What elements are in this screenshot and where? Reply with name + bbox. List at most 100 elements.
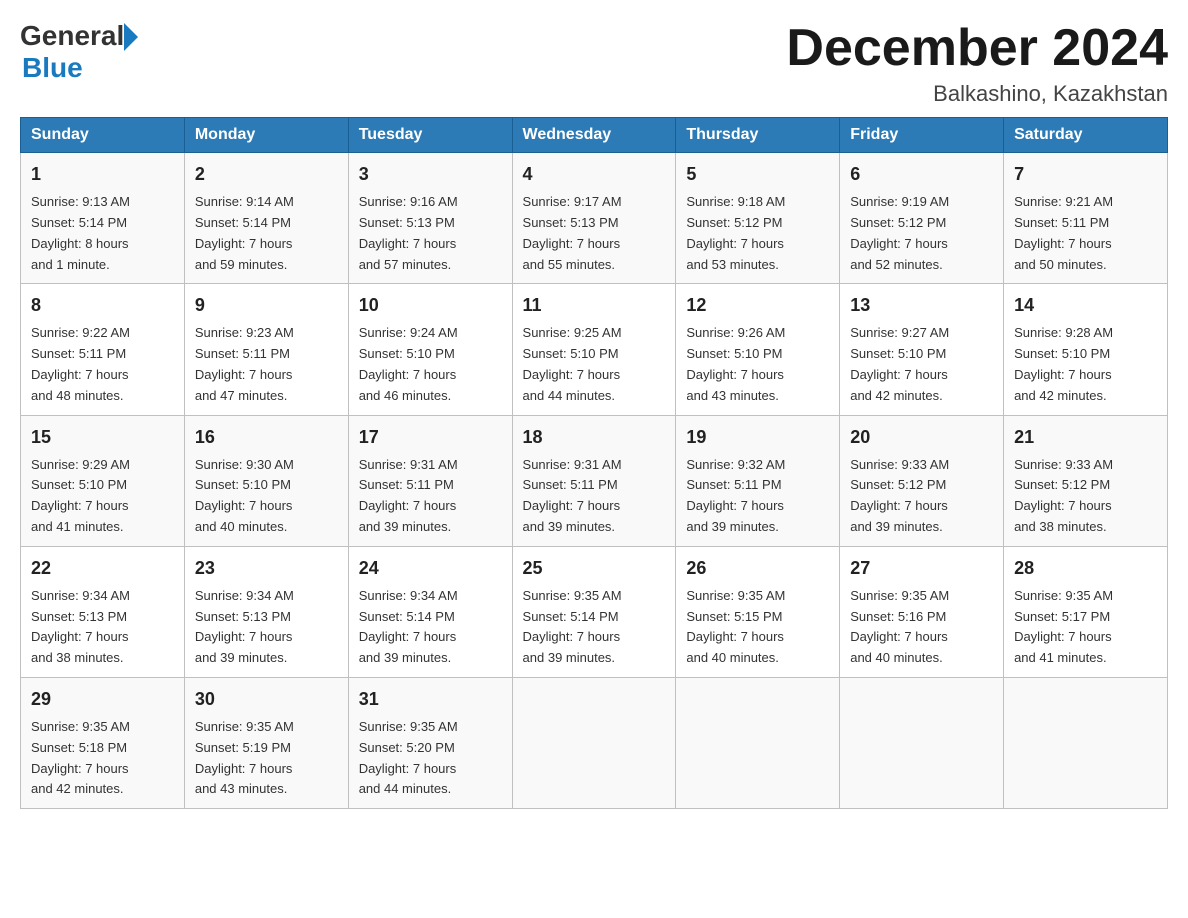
- day-number: 4: [523, 161, 666, 188]
- calendar-cell: [840, 677, 1004, 808]
- calendar-cell: 6 Sunrise: 9:19 AMSunset: 5:12 PMDayligh…: [840, 153, 1004, 284]
- day-info: Sunrise: 9:33 AMSunset: 5:12 PMDaylight:…: [850, 457, 949, 534]
- day-info: Sunrise: 9:32 AMSunset: 5:11 PMDaylight:…: [686, 457, 785, 534]
- header-friday: Friday: [840, 118, 1004, 153]
- calendar-cell: 23 Sunrise: 9:34 AMSunset: 5:13 PMDaylig…: [184, 546, 348, 677]
- day-info: Sunrise: 9:35 AMSunset: 5:18 PMDaylight:…: [31, 719, 130, 796]
- calendar-cell: 16 Sunrise: 9:30 AMSunset: 5:10 PMDaylig…: [184, 415, 348, 546]
- week-row-4: 22 Sunrise: 9:34 AMSunset: 5:13 PMDaylig…: [21, 546, 1168, 677]
- logo-arrow-icon: [124, 23, 138, 51]
- logo: General Blue: [20, 20, 138, 84]
- calendar-cell: 1 Sunrise: 9:13 AMSunset: 5:14 PMDayligh…: [21, 153, 185, 284]
- day-info: Sunrise: 9:35 AMSunset: 5:16 PMDaylight:…: [850, 588, 949, 665]
- day-info: Sunrise: 9:35 AMSunset: 5:17 PMDaylight:…: [1014, 588, 1113, 665]
- calendar-cell: 25 Sunrise: 9:35 AMSunset: 5:14 PMDaylig…: [512, 546, 676, 677]
- day-info: Sunrise: 9:27 AMSunset: 5:10 PMDaylight:…: [850, 325, 949, 402]
- logo-blue-text: Blue: [22, 52, 83, 84]
- calendar-cell: 24 Sunrise: 9:34 AMSunset: 5:14 PMDaylig…: [348, 546, 512, 677]
- day-info: Sunrise: 9:34 AMSunset: 5:14 PMDaylight:…: [359, 588, 458, 665]
- day-number: 18: [523, 424, 666, 451]
- day-number: 8: [31, 292, 174, 319]
- day-number: 9: [195, 292, 338, 319]
- day-info: Sunrise: 9:29 AMSunset: 5:10 PMDaylight:…: [31, 457, 130, 534]
- day-number: 27: [850, 555, 993, 582]
- header-thursday: Thursday: [676, 118, 840, 153]
- calendar-cell: 9 Sunrise: 9:23 AMSunset: 5:11 PMDayligh…: [184, 284, 348, 415]
- calendar-cell: 20 Sunrise: 9:33 AMSunset: 5:12 PMDaylig…: [840, 415, 1004, 546]
- page-header: General Blue December 2024 Balkashino, K…: [20, 20, 1168, 107]
- day-number: 5: [686, 161, 829, 188]
- calendar-cell: 27 Sunrise: 9:35 AMSunset: 5:16 PMDaylig…: [840, 546, 1004, 677]
- day-info: Sunrise: 9:30 AMSunset: 5:10 PMDaylight:…: [195, 457, 294, 534]
- day-number: 24: [359, 555, 502, 582]
- day-number: 23: [195, 555, 338, 582]
- day-info: Sunrise: 9:34 AMSunset: 5:13 PMDaylight:…: [31, 588, 130, 665]
- calendar-cell: [512, 677, 676, 808]
- day-number: 14: [1014, 292, 1157, 319]
- calendar-cell: 10 Sunrise: 9:24 AMSunset: 5:10 PMDaylig…: [348, 284, 512, 415]
- calendar-header: SundayMondayTuesdayWednesdayThursdayFrid…: [21, 118, 1168, 153]
- calendar-cell: 19 Sunrise: 9:32 AMSunset: 5:11 PMDaylig…: [676, 415, 840, 546]
- calendar-cell: 31 Sunrise: 9:35 AMSunset: 5:20 PMDaylig…: [348, 677, 512, 808]
- calendar-cell: 4 Sunrise: 9:17 AMSunset: 5:13 PMDayligh…: [512, 153, 676, 284]
- day-info: Sunrise: 9:25 AMSunset: 5:10 PMDaylight:…: [523, 325, 622, 402]
- day-info: Sunrise: 9:34 AMSunset: 5:13 PMDaylight:…: [195, 588, 294, 665]
- calendar-cell: 2 Sunrise: 9:14 AMSunset: 5:14 PMDayligh…: [184, 153, 348, 284]
- day-number: 17: [359, 424, 502, 451]
- calendar-cell: 5 Sunrise: 9:18 AMSunset: 5:12 PMDayligh…: [676, 153, 840, 284]
- day-number: 20: [850, 424, 993, 451]
- header-monday: Monday: [184, 118, 348, 153]
- day-number: 30: [195, 686, 338, 713]
- day-number: 13: [850, 292, 993, 319]
- day-number: 12: [686, 292, 829, 319]
- day-info: Sunrise: 9:31 AMSunset: 5:11 PMDaylight:…: [359, 457, 458, 534]
- day-number: 6: [850, 161, 993, 188]
- calendar-cell: 22 Sunrise: 9:34 AMSunset: 5:13 PMDaylig…: [21, 546, 185, 677]
- day-info: Sunrise: 9:22 AMSunset: 5:11 PMDaylight:…: [31, 325, 130, 402]
- header-row: SundayMondayTuesdayWednesdayThursdayFrid…: [21, 118, 1168, 153]
- day-number: 29: [31, 686, 174, 713]
- week-row-1: 1 Sunrise: 9:13 AMSunset: 5:14 PMDayligh…: [21, 153, 1168, 284]
- calendar-cell: 11 Sunrise: 9:25 AMSunset: 5:10 PMDaylig…: [512, 284, 676, 415]
- day-info: Sunrise: 9:19 AMSunset: 5:12 PMDaylight:…: [850, 194, 949, 271]
- calendar-cell: 7 Sunrise: 9:21 AMSunset: 5:11 PMDayligh…: [1004, 153, 1168, 284]
- day-number: 31: [359, 686, 502, 713]
- calendar-cell: 29 Sunrise: 9:35 AMSunset: 5:18 PMDaylig…: [21, 677, 185, 808]
- day-number: 28: [1014, 555, 1157, 582]
- month-title: December 2024: [786, 20, 1168, 77]
- week-row-2: 8 Sunrise: 9:22 AMSunset: 5:11 PMDayligh…: [21, 284, 1168, 415]
- location-title: Balkashino, Kazakhstan: [786, 81, 1168, 107]
- day-info: Sunrise: 9:33 AMSunset: 5:12 PMDaylight:…: [1014, 457, 1113, 534]
- day-info: Sunrise: 9:13 AMSunset: 5:14 PMDaylight:…: [31, 194, 130, 271]
- calendar-cell: 3 Sunrise: 9:16 AMSunset: 5:13 PMDayligh…: [348, 153, 512, 284]
- week-row-5: 29 Sunrise: 9:35 AMSunset: 5:18 PMDaylig…: [21, 677, 1168, 808]
- day-number: 15: [31, 424, 174, 451]
- day-info: Sunrise: 9:14 AMSunset: 5:14 PMDaylight:…: [195, 194, 294, 271]
- calendar-cell: 21 Sunrise: 9:33 AMSunset: 5:12 PMDaylig…: [1004, 415, 1168, 546]
- day-info: Sunrise: 9:21 AMSunset: 5:11 PMDaylight:…: [1014, 194, 1113, 271]
- day-number: 25: [523, 555, 666, 582]
- day-number: 19: [686, 424, 829, 451]
- calendar-cell: [1004, 677, 1168, 808]
- day-info: Sunrise: 9:17 AMSunset: 5:13 PMDaylight:…: [523, 194, 622, 271]
- day-info: Sunrise: 9:16 AMSunset: 5:13 PMDaylight:…: [359, 194, 458, 271]
- calendar-cell: 8 Sunrise: 9:22 AMSunset: 5:11 PMDayligh…: [21, 284, 185, 415]
- calendar-cell: 18 Sunrise: 9:31 AMSunset: 5:11 PMDaylig…: [512, 415, 676, 546]
- day-info: Sunrise: 9:28 AMSunset: 5:10 PMDaylight:…: [1014, 325, 1113, 402]
- calendar-cell: 28 Sunrise: 9:35 AMSunset: 5:17 PMDaylig…: [1004, 546, 1168, 677]
- day-info: Sunrise: 9:35 AMSunset: 5:20 PMDaylight:…: [359, 719, 458, 796]
- day-number: 22: [31, 555, 174, 582]
- calendar-cell: 15 Sunrise: 9:29 AMSunset: 5:10 PMDaylig…: [21, 415, 185, 546]
- calendar-table: SundayMondayTuesdayWednesdayThursdayFrid…: [20, 117, 1168, 809]
- day-info: Sunrise: 9:31 AMSunset: 5:11 PMDaylight:…: [523, 457, 622, 534]
- calendar-cell: 30 Sunrise: 9:35 AMSunset: 5:19 PMDaylig…: [184, 677, 348, 808]
- header-saturday: Saturday: [1004, 118, 1168, 153]
- day-info: Sunrise: 9:26 AMSunset: 5:10 PMDaylight:…: [686, 325, 785, 402]
- header-wednesday: Wednesday: [512, 118, 676, 153]
- day-info: Sunrise: 9:23 AMSunset: 5:11 PMDaylight:…: [195, 325, 294, 402]
- header-tuesday: Tuesday: [348, 118, 512, 153]
- calendar-body: 1 Sunrise: 9:13 AMSunset: 5:14 PMDayligh…: [21, 153, 1168, 809]
- day-number: 10: [359, 292, 502, 319]
- day-number: 1: [31, 161, 174, 188]
- calendar-cell: [676, 677, 840, 808]
